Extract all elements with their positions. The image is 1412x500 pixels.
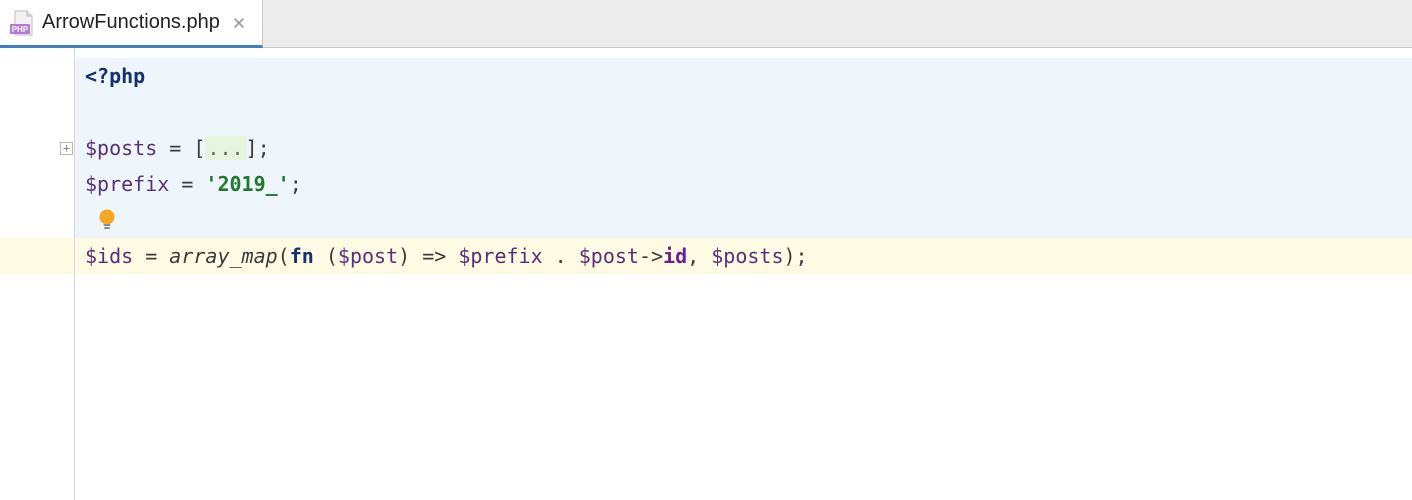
var-posts: $posts xyxy=(85,136,157,160)
var-post: $post xyxy=(338,244,398,268)
op-assign: = xyxy=(133,244,169,268)
code-line-current[interactable]: $ids = array_map ( fn ( $post ) => $pref… xyxy=(75,238,1412,274)
php-file-icon: PHP xyxy=(10,10,36,36)
var-ids: $ids xyxy=(85,244,133,268)
code-line[interactable]: $posts = [ ... ]; xyxy=(75,130,1412,166)
intention-bulb-icon[interactable] xyxy=(97,208,117,232)
tab-arrowfunctions[interactable]: PHP ArrowFunctions.php xyxy=(0,0,263,48)
paren-close: ) xyxy=(398,244,410,268)
fn-arraymap: array_map xyxy=(169,244,277,268)
fold-toggle[interactable] xyxy=(60,142,73,155)
var-posts: $posts xyxy=(711,244,783,268)
php-open-tag: <?php xyxy=(85,64,145,88)
code-editor[interactable]: <?php $posts = [ ... ]; $prefix = '2019_… xyxy=(0,48,1412,500)
gutter xyxy=(0,48,75,500)
string-2019: '2019_' xyxy=(205,172,289,196)
bracket-close: ]; xyxy=(246,136,270,160)
op-assign: = xyxy=(169,172,205,196)
var-prefix: $prefix xyxy=(458,244,542,268)
tab-close-button[interactable] xyxy=(232,16,246,30)
svg-text:PHP: PHP xyxy=(12,25,29,34)
tab-bar: PHP ArrowFunctions.php xyxy=(0,0,1412,48)
op-arrow: => xyxy=(410,244,458,268)
paren-open: ( xyxy=(326,244,338,268)
code-line[interactable] xyxy=(75,202,1412,238)
prop-id: id xyxy=(663,244,687,268)
tab-filename: ArrowFunctions.php xyxy=(42,11,220,34)
comma: , xyxy=(687,244,711,268)
gutter-current-line-highlight xyxy=(0,238,74,274)
paren-open: ( xyxy=(278,244,290,268)
code-line[interactable] xyxy=(75,94,1412,130)
var-prefix: $prefix xyxy=(85,172,169,196)
var-post: $post xyxy=(579,244,639,268)
space xyxy=(314,244,326,268)
code-line[interactable]: $prefix = '2019_' ; xyxy=(75,166,1412,202)
folded-region[interactable]: ... xyxy=(205,136,245,160)
code-area[interactable]: <?php $posts = [ ... ]; $prefix = '2019_… xyxy=(75,48,1412,500)
code-line[interactable]: <?php xyxy=(75,58,1412,94)
semicolon: ; xyxy=(290,172,302,196)
op-concat: . xyxy=(543,244,579,268)
paren-close-semi: ); xyxy=(784,244,808,268)
op-object: -> xyxy=(639,244,663,268)
kw-fn: fn xyxy=(290,244,314,268)
op-assign: = xyxy=(157,136,193,160)
bracket-open: [ xyxy=(193,136,205,160)
